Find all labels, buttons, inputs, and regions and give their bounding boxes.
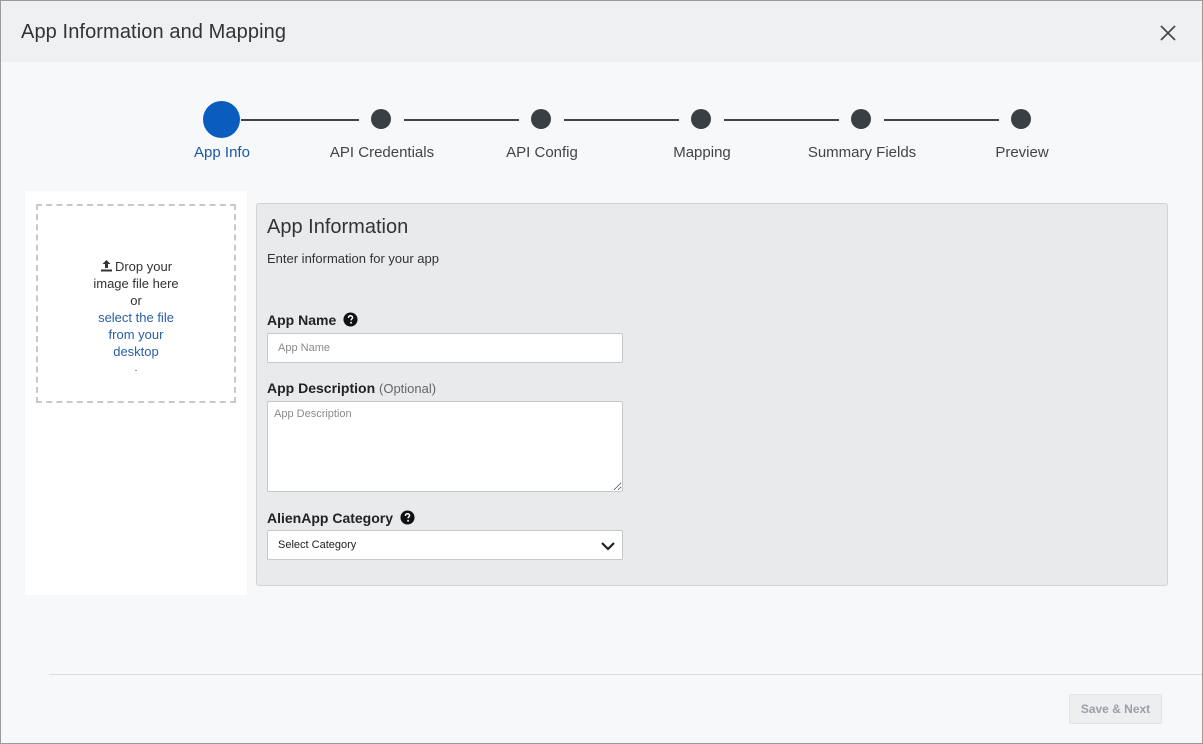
step-dot-app-info[interactable]: [203, 101, 240, 138]
chevron-down-icon: [601, 542, 615, 551]
save-next-button[interactable]: Save & Next: [1069, 694, 1162, 724]
app-description-label-text: App Description: [267, 380, 376, 396]
step-connector: [884, 119, 999, 121]
dropzone-line-3: or: [130, 293, 142, 308]
step-connector: [564, 119, 679, 121]
step-label-mapping[interactable]: Mapping: [622, 144, 782, 161]
panel-subtitle: Enter information for your app: [267, 251, 439, 266]
app-information-panel: App Information Enter information for yo…: [256, 203, 1168, 586]
dropzone-trailing-dot: .: [134, 363, 138, 374]
category-label-text: AlienApp Category: [267, 510, 394, 526]
close-icon: [1160, 25, 1176, 41]
image-dropzone[interactable]: Drop your image file here or select the …: [36, 204, 236, 403]
dropzone-text-drop: Drop your: [114, 259, 173, 274]
app-info-modal: App Information and Mapping App Info API…: [0, 0, 1203, 744]
step-dot-preview[interactable]: [1011, 109, 1031, 129]
select-file-link-line-1: select the file: [98, 310, 174, 325]
app-name-label-text: App Name: [267, 312, 337, 328]
step-dot-mapping[interactable]: [691, 109, 711, 129]
step-label-summary-fields[interactable]: Summary Fields: [782, 144, 942, 161]
close-button[interactable]: [1157, 22, 1179, 44]
app-description-textarea[interactable]: [267, 401, 623, 492]
step-dot-summary-fields[interactable]: [851, 109, 871, 129]
step-dot-api-config[interactable]: [531, 109, 551, 129]
dropzone-line-1: Drop your: [38, 258, 234, 275]
optional-tag: (Optional): [379, 381, 437, 396]
step-label-app-info[interactable]: App Info: [142, 144, 302, 161]
modal-title: App Information and Mapping: [21, 21, 287, 43]
step-connector: [404, 119, 519, 121]
select-file-link[interactable]: select the file from your desktop: [38, 309, 234, 360]
question-circle-icon[interactable]: [400, 510, 415, 525]
app-description-label: App Description (Optional): [267, 380, 436, 396]
panel-title: App Information: [267, 216, 409, 238]
step-connector: [241, 119, 359, 121]
step-label-api-credentials[interactable]: API Credentials: [302, 144, 462, 161]
app-name-label: App Name: [267, 312, 358, 328]
question-circle-icon[interactable]: [343, 312, 358, 327]
step-connector: [724, 119, 839, 121]
upload-icon: [100, 260, 112, 272]
category-label: AlienApp Category: [267, 510, 415, 526]
step-dot-api-credentials[interactable]: [371, 109, 391, 129]
footer-divider: [49, 674, 1202, 675]
app-name-input[interactable]: [267, 333, 623, 363]
modal-header: App Information and Mapping: [1, 1, 1202, 62]
category-select-value: Select Category: [278, 539, 357, 551]
step-label-preview[interactable]: Preview: [942, 144, 1102, 161]
dropzone-line-2: image file here: [93, 276, 179, 291]
dropzone-content: Drop your image file here or select the …: [38, 258, 234, 377]
category-select[interactable]: Select Category: [267, 530, 623, 560]
select-file-link-line-2: from your: [108, 327, 164, 342]
step-label-api-config[interactable]: API Config: [462, 144, 622, 161]
wizard-stepper: App Info API Credentials API Config Mapp…: [1, 96, 1202, 176]
select-file-link-line-3: desktop: [113, 344, 159, 359]
